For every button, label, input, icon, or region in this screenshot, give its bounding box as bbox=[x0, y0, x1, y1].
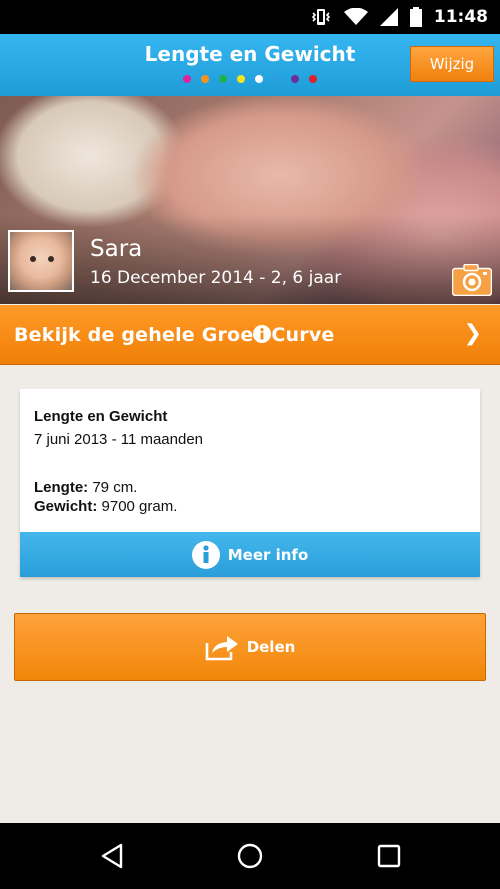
color-dot bbox=[219, 75, 227, 83]
system-nav-bar bbox=[0, 823, 500, 889]
clock: 11:48 bbox=[433, 7, 488, 27]
battery-icon bbox=[409, 7, 422, 27]
growth-curve-label: Bekijk de gehele Groe Curve bbox=[14, 324, 335, 346]
weight-row: Gewicht: 9700 gram. bbox=[34, 498, 177, 515]
home-icon[interactable] bbox=[235, 841, 265, 871]
avatar-eye bbox=[48, 256, 54, 262]
more-info-label: Meer info bbox=[227, 545, 309, 564]
info-circle-icon bbox=[253, 325, 272, 343]
color-dot bbox=[255, 75, 263, 83]
growth-curve-button[interactable]: Bekijk de gehele Groe Curve ❯ bbox=[0, 305, 500, 365]
status-icons: 11:48 bbox=[310, 0, 488, 34]
cover-photo: Sara 16 December 2014 - 2, 6 jaar bbox=[0, 96, 500, 304]
chevron-right-icon: ❯ bbox=[463, 321, 482, 346]
color-dot bbox=[291, 75, 299, 83]
measurement-date: 7 juni 2013 - 11 maanden bbox=[34, 431, 204, 448]
length-row: Lengte: 79 cm. bbox=[34, 479, 137, 496]
color-dot bbox=[237, 75, 245, 83]
camera-icon[interactable] bbox=[452, 264, 492, 296]
color-dot bbox=[183, 75, 191, 83]
measurement-card: Lengte en Gewicht 7 juni 2013 - 11 maand… bbox=[20, 389, 480, 577]
signal-icon bbox=[379, 8, 398, 26]
length-value: 79 cm. bbox=[88, 479, 138, 496]
child-name: Sara bbox=[90, 236, 143, 262]
more-info-button[interactable]: Meer info bbox=[20, 532, 480, 577]
birth-info: 16 December 2014 - 2, 6 jaar bbox=[90, 268, 342, 288]
weight-value: 9700 gram. bbox=[97, 498, 178, 515]
avatar-eye bbox=[30, 256, 36, 262]
measurement-title: Lengte en Gewicht bbox=[34, 408, 168, 425]
growth-curve-label-part2: Curve bbox=[271, 324, 335, 346]
photo-shade bbox=[0, 214, 500, 304]
edit-button[interactable]: Wijzig bbox=[410, 46, 494, 82]
color-dot bbox=[201, 75, 209, 83]
length-label: Lengte: bbox=[34, 479, 89, 496]
vibrate-icon bbox=[311, 9, 331, 25]
wifi-icon bbox=[343, 8, 368, 25]
color-dot bbox=[273, 75, 281, 83]
recents-icon[interactable] bbox=[374, 841, 404, 871]
share-button[interactable]: Delen bbox=[14, 613, 486, 681]
avatar[interactable] bbox=[8, 230, 74, 292]
info-icon bbox=[191, 540, 220, 569]
share-label: Delen bbox=[246, 638, 296, 656]
color-dot bbox=[309, 75, 317, 83]
share-icon bbox=[205, 636, 238, 661]
weight-label: Gewicht: bbox=[34, 498, 98, 515]
status-bar: 11:48 bbox=[0, 0, 500, 34]
growth-curve-label-part1: Bekijk de gehele Groe bbox=[14, 324, 254, 346]
app-header: Lengte en Gewicht Wijzig bbox=[0, 34, 500, 96]
back-icon[interactable] bbox=[97, 841, 127, 871]
